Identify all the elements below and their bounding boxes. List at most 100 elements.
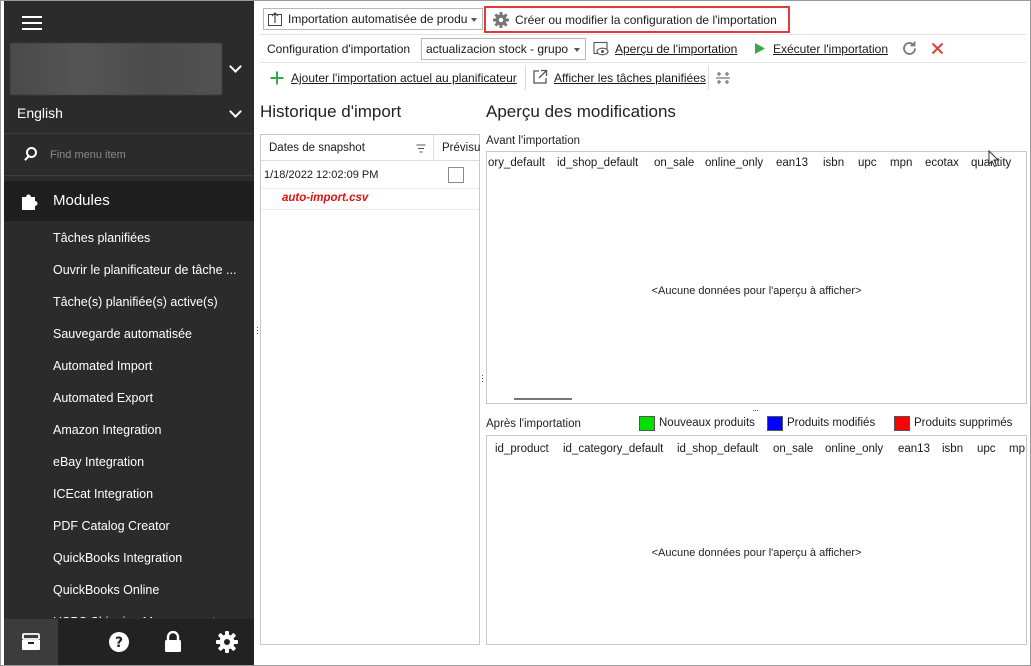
- show-scheduled-tasks-button[interactable]: Afficher les tâches planifiées: [554, 71, 706, 85]
- close-icon[interactable]: [931, 42, 944, 55]
- divider: [4, 133, 254, 134]
- svg-text:?: ?: [115, 635, 123, 651]
- help-button[interactable]: ?: [92, 619, 146, 665]
- column-header[interactable]: online_only: [825, 443, 883, 455]
- chevron-down-icon[interactable]: [229, 60, 242, 73]
- history-row[interactable]: 1/18/2022 12:02:09 PM: [261, 162, 479, 189]
- module-menu: Tâches planifiées Ouvrir le planificateu…: [4, 222, 254, 618]
- column-header[interactable]: id_shop_default: [557, 157, 638, 169]
- settings-button[interactable]: [200, 619, 254, 665]
- column-header[interactable]: id_shop_default: [677, 443, 758, 455]
- menu-item-automated-import[interactable]: Automated Import: [4, 350, 254, 382]
- archive-icon: [22, 633, 40, 650]
- archive-button[interactable]: [4, 619, 58, 665]
- preview-title: Aperçu des modifications: [486, 102, 676, 121]
- chevron-down-icon: [574, 48, 580, 52]
- menu-item-quickbooks-online[interactable]: QuickBooks Online: [4, 574, 254, 606]
- legend-new-swatch: [639, 416, 655, 431]
- play-icon: [755, 43, 765, 54]
- col-snapshot-header[interactable]: Dates de snapshot: [269, 142, 365, 154]
- column-header[interactable]: ory_default: [488, 157, 545, 169]
- column-header[interactable]: isbn: [823, 157, 844, 169]
- config-dropdown[interactable]: actualizacion stock - grupo: [421, 38, 586, 60]
- header-divider: [433, 135, 434, 161]
- create-config-button[interactable]: Créer ou modifier la configuration de l'…: [515, 13, 777, 27]
- menu-item-pdf-catalog[interactable]: PDF Catalog Creator: [4, 510, 254, 542]
- divider: [4, 175, 254, 176]
- refresh-icon[interactable]: [901, 40, 918, 57]
- panel-splitter[interactable]: · · ·: [481, 371, 484, 386]
- menu-search-input[interactable]: [50, 146, 240, 164]
- horizontal-scrollbar[interactable]: [514, 398, 572, 400]
- preview-checkbox[interactable]: [448, 167, 464, 183]
- import-file-link[interactable]: auto-import.csv: [282, 192, 368, 204]
- lock-button[interactable]: [146, 619, 200, 665]
- sidebar-splitter[interactable]: · · ·: [256, 323, 259, 338]
- column-header[interactable]: upc: [977, 443, 996, 455]
- column-header[interactable]: on_sale: [773, 443, 813, 455]
- column-header[interactable]: id_product: [495, 443, 549, 455]
- column-header[interactable]: isbn: [942, 443, 963, 455]
- after-import-grid: id_product id_category_default id_shop_d…: [486, 435, 1027, 645]
- column-header[interactable]: upc: [858, 157, 877, 169]
- col-preview-header[interactable]: Prévisu: [442, 142, 480, 154]
- puzzle-icon: [22, 194, 38, 210]
- language-selector[interactable]: English: [17, 105, 63, 121]
- history-header: Dates de snapshot Prévisu: [261, 135, 480, 161]
- menu-item-automated-export[interactable]: Automated Export: [4, 382, 254, 414]
- preview-icon: [593, 41, 609, 56]
- config-label: Configuration d'importation: [267, 42, 411, 56]
- question-icon: ?: [109, 632, 129, 652]
- columns-adjust-icon[interactable]: [715, 70, 731, 86]
- snapshot-date: 1/18/2022 12:02:09 PM: [264, 169, 379, 181]
- menu-item-open-scheduler[interactable]: Ouvrir le planificateur de tâche ...: [4, 254, 254, 286]
- add-to-scheduler-button[interactable]: Ajouter l'importation actuel au planific…: [291, 71, 517, 85]
- column-header[interactable]: id_category_default: [563, 443, 663, 455]
- config-value: actualizacion stock - grupo: [426, 42, 569, 56]
- run-import-button[interactable]: Exécuter l'importation: [773, 42, 888, 56]
- legend-modified-label: Produits modifiés: [787, 417, 876, 429]
- gear-icon: [216, 631, 238, 653]
- column-header[interactable]: on_sale: [654, 157, 694, 169]
- column-header[interactable]: ean13: [898, 443, 930, 455]
- external-link-icon: [533, 69, 548, 84]
- legend-deleted-label: Produits supprimés: [914, 417, 1013, 429]
- before-import-grid: ory_default id_shop_default on_sale onli…: [486, 151, 1027, 404]
- menu-item-auto-backup[interactable]: Sauvegarde automatisée: [4, 318, 254, 350]
- menu-item-amazon[interactable]: Amazon Integration: [4, 414, 254, 446]
- legend-modified-swatch: [767, 416, 783, 431]
- import-type-value: Importation automatisée de produ: [288, 12, 468, 26]
- before-import-label: Avant l'importation: [486, 135, 581, 147]
- gear-icon: [493, 12, 509, 28]
- column-header[interactable]: mpn: [890, 157, 912, 169]
- hamburger-menu-icon[interactable]: [22, 15, 42, 31]
- filter-icon[interactable]: [416, 144, 426, 153]
- menu-item-quickbooks[interactable]: QuickBooks Integration: [4, 542, 254, 574]
- menu-item-ebay[interactable]: eBay Integration: [4, 446, 254, 478]
- history-grid: Dates de snapshot Prévisu 1/18/2022 12:0…: [260, 134, 480, 645]
- grid-splitter[interactable]: ···: [752, 405, 759, 415]
- column-header[interactable]: ean13: [776, 157, 808, 169]
- modules-section-header[interactable]: Modules: [4, 181, 254, 221]
- menu-item-scheduled-tasks[interactable]: Tâches planifiées: [4, 222, 254, 254]
- sidebar: English Modules Tâches planifiées Ouvrir…: [4, 1, 254, 665]
- account-selector[interactable]: [10, 43, 222, 95]
- column-header[interactable]: online_only: [705, 157, 763, 169]
- toolbar-divider: [260, 34, 1026, 35]
- legend-new-label: Nouveaux produits: [659, 417, 755, 429]
- mouse-cursor-icon: [988, 150, 1000, 168]
- column-header[interactable]: mp: [1009, 443, 1025, 455]
- menu-item-usps[interactable]: USPS Shipping Management: [4, 606, 254, 618]
- add-icon: [270, 71, 284, 85]
- language-chevron-icon[interactable]: [229, 105, 242, 118]
- preview-import-button[interactable]: Aperçu de l'importation: [615, 42, 737, 56]
- column-header[interactable]: ecotax: [925, 157, 959, 169]
- menu-item-active-tasks[interactable]: Tâche(s) planifiée(s) active(s): [4, 286, 254, 318]
- toolbar-separator: [525, 66, 526, 90]
- import-file-icon: [268, 12, 282, 26]
- toolbar-divider: [260, 62, 1026, 63]
- modules-label: Modules: [53, 192, 110, 209]
- lock-icon: [165, 631, 181, 652]
- import-type-dropdown[interactable]: Importation automatisée de produ: [263, 8, 483, 30]
- menu-item-icecat[interactable]: ICEcat Integration: [4, 478, 254, 510]
